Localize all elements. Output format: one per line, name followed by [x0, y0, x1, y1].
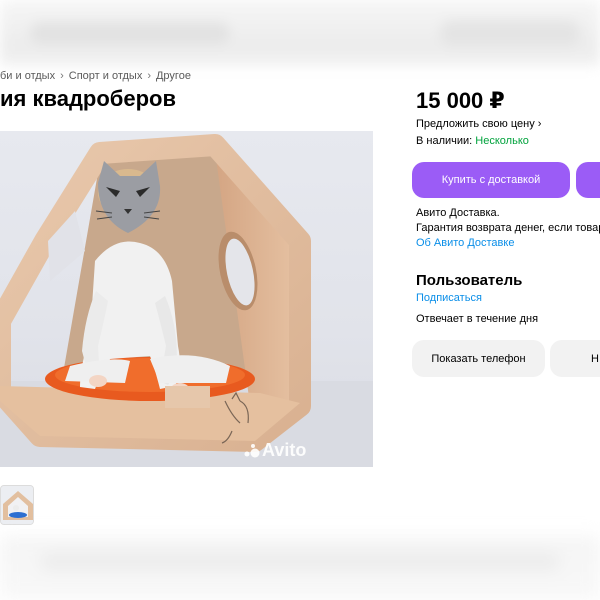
- message-button-label: Н: [591, 352, 599, 365]
- subscribe-link[interactable]: Подписаться: [416, 292, 482, 304]
- show-phone-button[interactable]: Показать телефон: [412, 340, 545, 377]
- delivery-title: Авито Доставка.: [416, 207, 500, 219]
- blurred-footer: [0, 536, 600, 600]
- stock-status: В наличии: Несколько: [416, 135, 529, 147]
- show-phone-label: Показать телефон: [431, 352, 526, 365]
- listing-title: ия квадроберов: [0, 86, 177, 111]
- offer-price-link[interactable]: Предложить свою цену ›: [416, 118, 541, 130]
- seller-name[interactable]: Пользователь: [416, 272, 522, 289]
- about-delivery-link[interactable]: Об Авито Доставке: [416, 237, 514, 249]
- thumbnail-image-icon: [1, 486, 33, 524]
- reply-time: Отвечает в течение дня: [416, 313, 539, 325]
- breadcrumb-item[interactable]: Другое: [156, 70, 191, 82]
- secondary-purchase-button[interactable]: [576, 162, 600, 198]
- offer-price-label: Предложить свою цену: [416, 118, 535, 130]
- buy-button-label: Купить с доставкой: [441, 174, 541, 186]
- avito-logo-icon: [244, 444, 260, 458]
- buy-with-delivery-button[interactable]: Купить с доставкой: [412, 162, 570, 198]
- price: 15 000 ₽: [416, 88, 505, 113]
- stock-value: Несколько: [475, 135, 529, 147]
- chevron-right-icon: ›: [537, 118, 542, 130]
- blurred-header: [0, 0, 600, 66]
- breadcrumb: би и отдых › Спорт и отдых › Другое: [0, 70, 191, 82]
- delivery-guarantee: Гарантия возврата денег, если товар: [416, 222, 600, 234]
- stock-label: В наличии:: [416, 135, 473, 147]
- breadcrumb-separator: ›: [147, 70, 151, 82]
- breadcrumb-item[interactable]: Спорт и отдых: [69, 70, 143, 82]
- write-message-button[interactable]: Н: [550, 340, 600, 377]
- product-photo-illustration: [0, 134, 373, 467]
- breadcrumb-separator: ›: [60, 70, 64, 82]
- breadcrumb-item[interactable]: би и отдых: [0, 70, 55, 82]
- avito-watermark: Avito: [262, 440, 307, 460]
- listing-photo[interactable]: [0, 131, 373, 467]
- photo-thumbnail[interactable]: [0, 485, 34, 525]
